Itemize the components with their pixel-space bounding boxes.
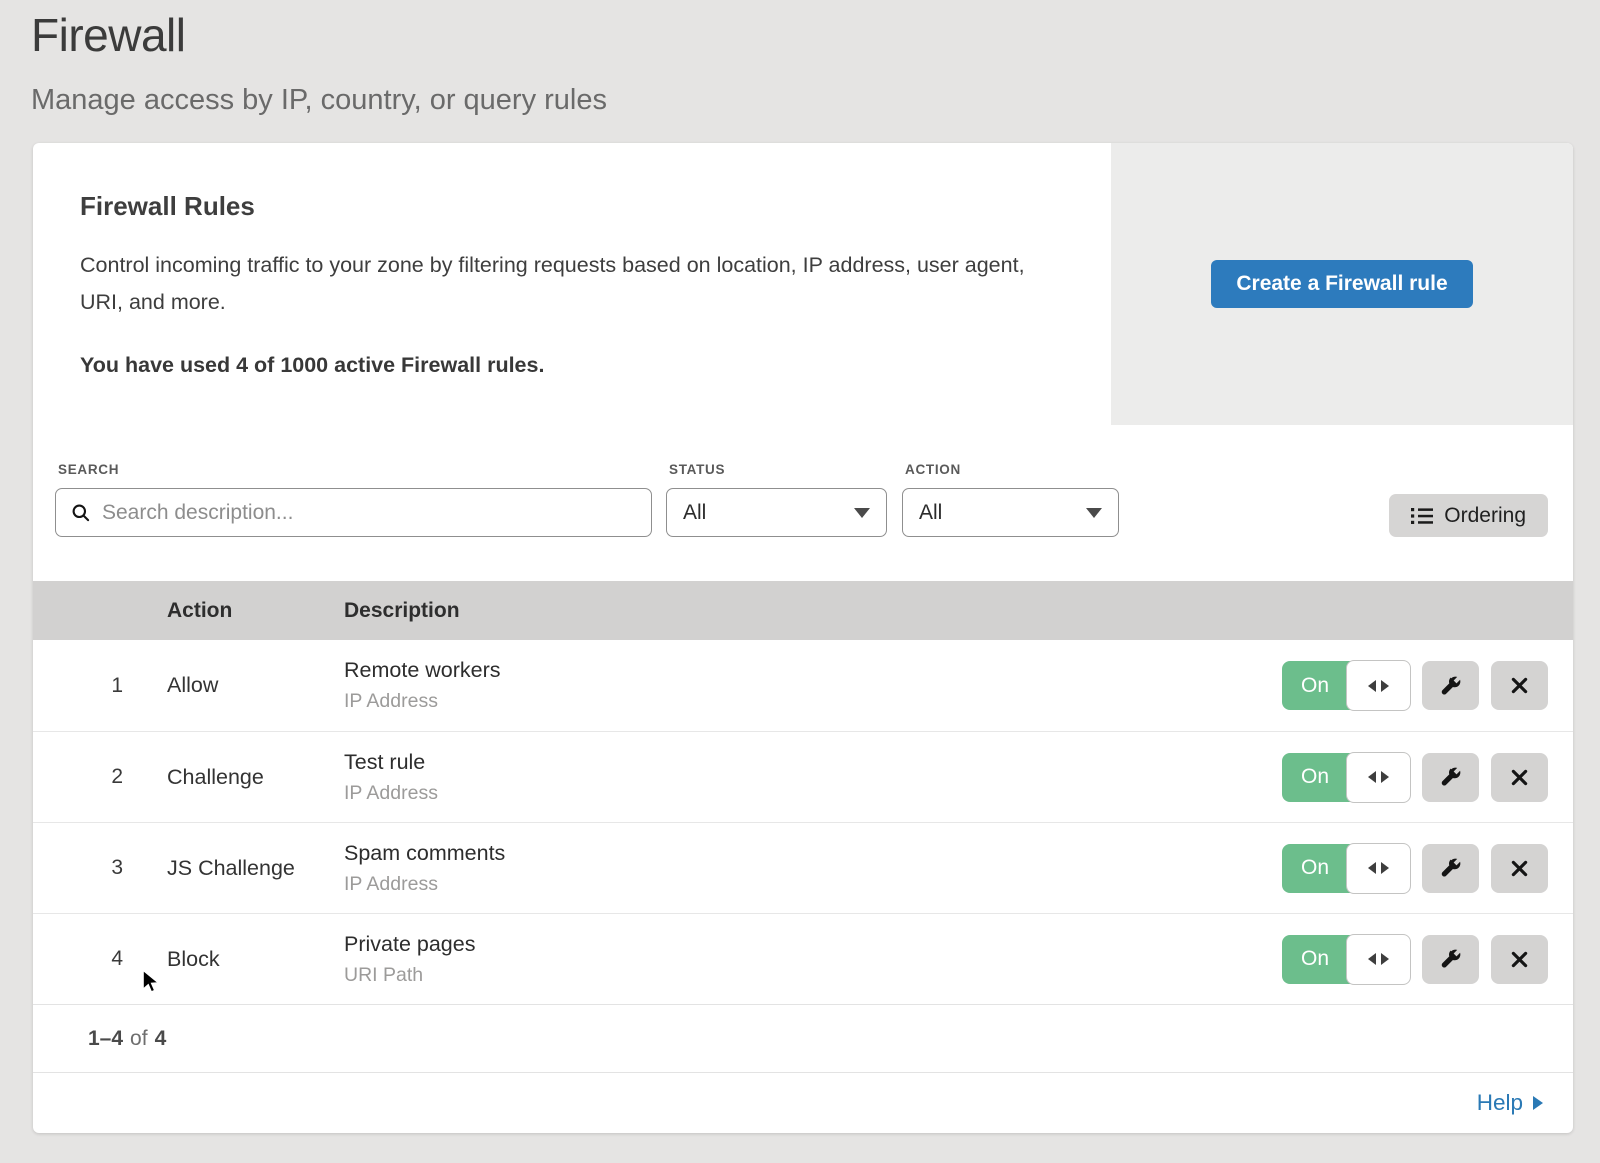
rule-action: Block [123, 947, 344, 972]
rule-description-cell: Private pages URI Path [344, 932, 1248, 987]
status-select[interactable]: All [666, 488, 887, 537]
pagination-of: of [130, 1027, 148, 1051]
table-row: 4 Block Private pages URI Path On [33, 913, 1573, 1004]
close-icon [1509, 858, 1530, 879]
edit-rule-button[interactable] [1422, 753, 1479, 802]
close-icon [1509, 949, 1530, 970]
rule-enabled-toggle[interactable]: On [1282, 661, 1410, 710]
rule-enabled-toggle[interactable]: On [1282, 935, 1410, 984]
rule-description-cell: Spam comments IP Address [344, 841, 1248, 896]
rules-table: Action Description 1 Allow Remote worker… [33, 581, 1573, 1004]
help-arrow-icon [1533, 1096, 1543, 1110]
table-row: 1 Allow Remote workers IP Address On [33, 640, 1573, 731]
rule-description: Remote workers [344, 658, 1248, 683]
rule-priority: 2 [55, 765, 123, 789]
rule-controls: On [1248, 935, 1548, 984]
rule-action: JS Challenge [123, 856, 344, 881]
card-description: Control incoming traffic to your zone by… [80, 247, 1030, 321]
rule-description: Private pages [344, 932, 1248, 957]
toggle-handle-arrows-icon [1346, 843, 1411, 894]
toggle-handle-arrows-icon [1346, 660, 1411, 711]
pagination-total: 4 [155, 1027, 167, 1051]
search-input[interactable] [102, 501, 636, 525]
delete-rule-button[interactable] [1491, 844, 1548, 893]
card-heading: Firewall Rules [80, 191, 1051, 222]
wrench-icon [1440, 675, 1462, 697]
edit-rule-button[interactable] [1422, 935, 1479, 984]
help-link[interactable]: Help [1477, 1090, 1543, 1116]
action-label: ACTION [905, 462, 1119, 477]
filter-bar: SEARCH STATUS All ACTION All [33, 425, 1573, 581]
table-header: Action Description [33, 581, 1573, 640]
usage-note: You have used 4 of 1000 active Firewall … [80, 353, 1051, 378]
rule-enabled-toggle[interactable]: On [1282, 844, 1410, 893]
toggle-state-label: On [1282, 753, 1348, 802]
delete-rule-button[interactable] [1491, 661, 1548, 710]
chevron-down-icon [1086, 508, 1102, 518]
help-row: Help [33, 1072, 1573, 1133]
description-column-header: Description [344, 599, 1248, 623]
help-link-label: Help [1477, 1090, 1523, 1116]
wrench-icon [1440, 857, 1462, 879]
pagination-range: 1–4 [88, 1027, 123, 1051]
ordering-button-label: Ordering [1444, 504, 1526, 528]
action-group: ACTION All [902, 462, 1119, 537]
search-icon [71, 503, 91, 523]
wrench-icon [1440, 766, 1462, 788]
wrench-icon [1440, 948, 1462, 970]
rule-match-type: IP Address [344, 690, 1248, 713]
rule-controls: On [1248, 844, 1548, 893]
action-select[interactable]: All [902, 488, 1119, 537]
toggle-state-label: On [1282, 661, 1348, 710]
rule-priority: 4 [55, 947, 123, 971]
rule-match-type: URI Path [344, 964, 1248, 987]
rule-description: Test rule [344, 750, 1248, 775]
rule-priority: 1 [55, 674, 123, 698]
info-text: Firewall Rules Control incoming traffic … [33, 143, 1111, 425]
search-label: SEARCH [58, 462, 652, 477]
delete-rule-button[interactable] [1491, 935, 1548, 984]
action-column-header: Action [123, 599, 344, 623]
page-header: Firewall Manage access by IP, country, o… [0, 0, 1600, 117]
create-firewall-rule-button[interactable]: Create a Firewall rule [1211, 260, 1472, 308]
rule-action: Challenge [123, 765, 344, 790]
table-row: 2 Challenge Test rule IP Address On [33, 731, 1573, 822]
info-section: Firewall Rules Control incoming traffic … [33, 143, 1573, 425]
page-subtitle: Manage access by IP, country, or query r… [31, 84, 1600, 117]
ordered-list-icon [1411, 506, 1433, 526]
rule-controls: On [1248, 753, 1548, 802]
close-icon [1509, 675, 1530, 696]
chevron-down-icon [854, 508, 870, 518]
rule-description-cell: Test rule IP Address [344, 750, 1248, 805]
toggle-handle-arrows-icon [1346, 934, 1411, 985]
rule-priority: 3 [55, 856, 123, 880]
firewall-rules-card: Firewall Rules Control incoming traffic … [33, 143, 1573, 1133]
status-label: STATUS [669, 462, 887, 477]
status-group: STATUS All [666, 462, 887, 537]
rule-match-type: IP Address [344, 782, 1248, 805]
pagination-footer: 1–4 of 4 [33, 1004, 1573, 1072]
toggle-handle-arrows-icon [1346, 752, 1411, 803]
rule-enabled-toggle[interactable]: On [1282, 753, 1410, 802]
edit-rule-button[interactable] [1422, 661, 1479, 710]
edit-rule-button[interactable] [1422, 844, 1479, 893]
rule-description-cell: Remote workers IP Address [344, 658, 1248, 713]
rule-description: Spam comments [344, 841, 1248, 866]
page-title: Firewall [31, 8, 1600, 62]
toggle-state-label: On [1282, 935, 1348, 984]
table-row: 3 JS Challenge Spam comments IP Address … [33, 822, 1573, 913]
firewall-page: Firewall Manage access by IP, country, o… [0, 0, 1600, 1163]
toggle-state-label: On [1282, 844, 1348, 893]
rule-match-type: IP Address [344, 873, 1248, 896]
delete-rule-button[interactable] [1491, 753, 1548, 802]
rule-controls: On [1248, 661, 1548, 710]
cta-panel: Create a Firewall rule [1111, 143, 1573, 425]
rule-action: Allow [123, 673, 344, 698]
ordering-button[interactable]: Ordering [1389, 494, 1548, 537]
action-selected-value: All [919, 501, 942, 525]
search-group: SEARCH [55, 462, 652, 537]
close-icon [1509, 767, 1530, 788]
search-input-container [55, 488, 652, 537]
status-selected-value: All [683, 501, 706, 525]
